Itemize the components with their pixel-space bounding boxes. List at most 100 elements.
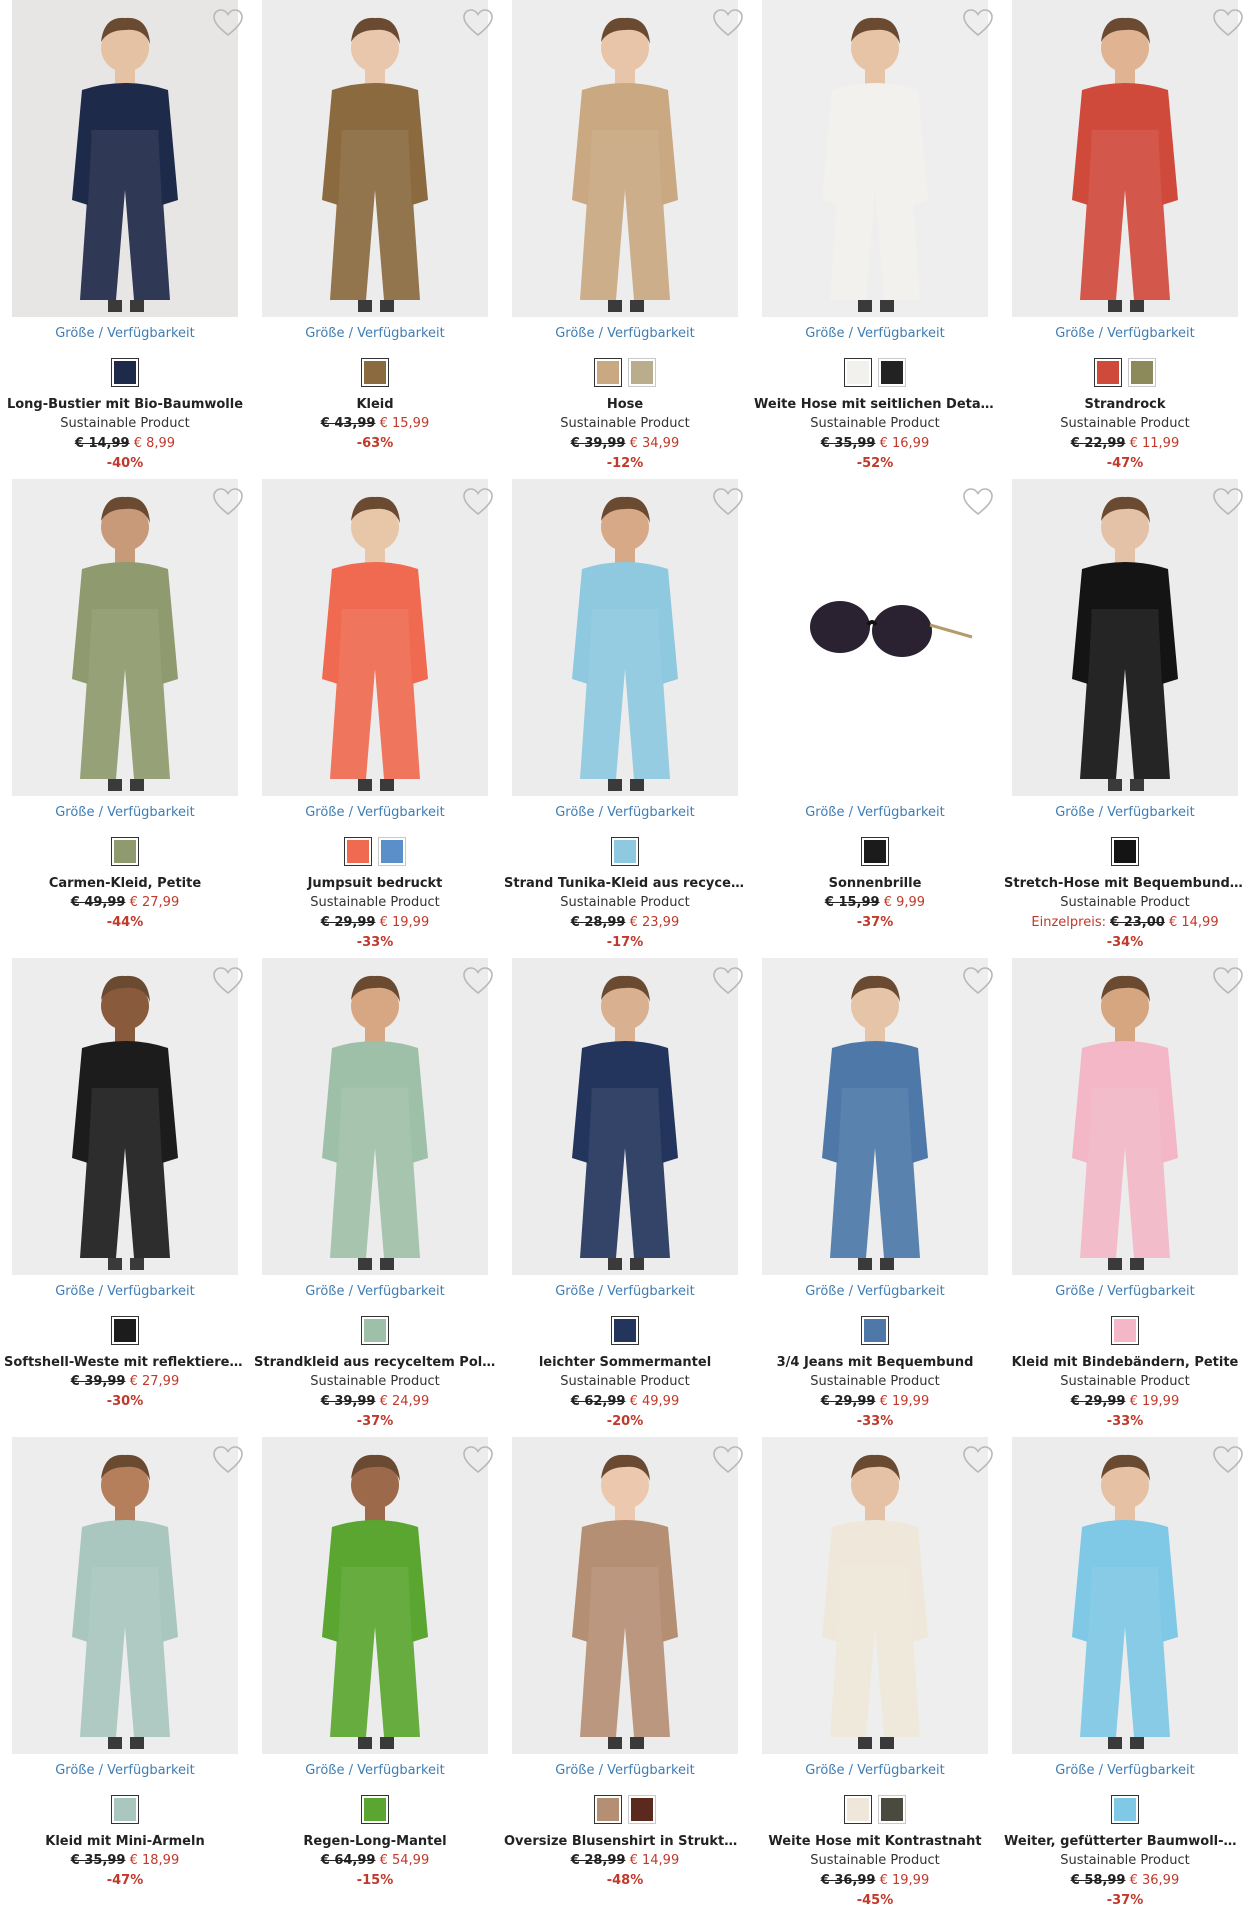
product-image[interactable] [512,958,738,1275]
size-availability-link[interactable]: Größe / Verfügbarkeit [750,326,1000,341]
size-availability-link[interactable]: Größe / Verfügbarkeit [250,805,500,820]
color-swatch[interactable] [844,358,872,387]
size-availability-link[interactable]: Größe / Verfügbarkeit [0,1284,250,1299]
product-name[interactable]: Stretch-Hose mit Bequembund, Straight [1000,876,1250,891]
product-image[interactable] [762,479,988,796]
color-swatch[interactable] [1128,358,1156,387]
color-swatch[interactable] [361,1795,389,1824]
product-name[interactable]: Regen-Long-Mantel [250,1834,500,1849]
color-swatch[interactable] [111,1795,139,1824]
product-card[interactable]: Größe / Verfügbarkeit Long-Bustier mit Bi… [0,0,250,479]
wishlist-heart-icon[interactable] [212,1445,244,1475]
product-image[interactable] [262,958,488,1275]
product-card[interactable]: Größe / Verfügbarkeit Regen-Long-Mantel € … [250,1437,500,1916]
color-swatch[interactable] [878,1795,906,1824]
color-swatch[interactable] [611,837,639,866]
product-name[interactable]: Oversize Blusenshirt in Strukturware [500,1834,750,1849]
color-swatch[interactable] [594,1795,622,1824]
product-name[interactable]: Strand Tunika-Kleid aus recyceltem Polye… [500,876,750,891]
product-image[interactable] [12,479,238,796]
product-image[interactable] [262,1437,488,1754]
product-card[interactable]: Größe / Verfügbarkeit Weite Hose mit Kont… [750,1437,1000,1916]
wishlist-heart-icon[interactable] [712,487,744,517]
wishlist-heart-icon[interactable] [462,1445,494,1475]
color-swatch[interactable] [111,837,139,866]
product-name[interactable]: Weiter, gefütterter Baumwoll-Mantel [1000,1834,1250,1849]
product-card[interactable]: Größe / Verfügbarkeit Kleid mit Mini-Ärme… [0,1437,250,1916]
color-swatch[interactable] [1094,358,1122,387]
wishlist-heart-icon[interactable] [712,1445,744,1475]
product-image[interactable] [1012,958,1238,1275]
product-name[interactable]: Kleid mit Bindebändern, Petite [1000,1355,1250,1370]
color-swatch[interactable] [611,1316,639,1345]
color-swatch[interactable] [378,837,406,866]
color-swatch[interactable] [1111,837,1139,866]
product-image[interactable] [12,1437,238,1754]
size-availability-link[interactable]: Größe / Verfügbarkeit [250,1284,500,1299]
product-card[interactable]: Größe / Verfügbarkeit Strandrock Sustainab… [1000,0,1250,479]
size-availability-link[interactable]: Größe / Verfügbarkeit [1000,1284,1250,1299]
product-card[interactable]: Größe / Verfügbarkeit Hose Sustainable Pro… [500,0,750,479]
product-name[interactable]: Weite Hose mit seitlichen Details [750,397,1000,412]
product-name[interactable]: Long-Bustier mit Bio-Baumwolle [0,397,250,412]
product-name[interactable]: Strandrock [1000,397,1250,412]
product-image[interactable] [1012,1437,1238,1754]
color-swatch[interactable] [361,1316,389,1345]
size-availability-link[interactable]: Größe / Verfügbarkeit [500,326,750,341]
color-swatch[interactable] [361,358,389,387]
wishlist-heart-icon[interactable] [712,8,744,38]
product-card[interactable]: Größe / Verfügbarkeit Strandkleid aus rec… [250,958,500,1437]
size-availability-link[interactable]: Größe / Verfügbarkeit [0,326,250,341]
size-availability-link[interactable]: Größe / Verfügbarkeit [0,1763,250,1778]
size-availability-link[interactable]: Größe / Verfügbarkeit [750,1763,1000,1778]
size-availability-link[interactable]: Größe / Verfügbarkeit [250,326,500,341]
product-image[interactable] [12,958,238,1275]
wishlist-heart-icon[interactable] [212,8,244,38]
product-image[interactable] [512,0,738,317]
color-swatch[interactable] [1111,1316,1139,1345]
size-availability-link[interactable]: Größe / Verfügbarkeit [0,805,250,820]
product-image[interactable] [512,1437,738,1754]
product-name[interactable]: Softshell-Weste mit reflektierenden Deta… [0,1355,250,1370]
wishlist-heart-icon[interactable] [1212,1445,1244,1475]
product-name[interactable]: Strandkleid aus recyceltem Polyester [250,1355,500,1370]
product-image[interactable] [12,0,238,317]
size-availability-link[interactable]: Größe / Verfügbarkeit [500,1284,750,1299]
wishlist-heart-icon[interactable] [962,8,994,38]
product-image[interactable] [762,1437,988,1754]
size-availability-link[interactable]: Größe / Verfügbarkeit [250,1763,500,1778]
color-swatch[interactable] [844,1795,872,1824]
size-availability-link[interactable]: Größe / Verfügbarkeit [750,805,1000,820]
size-availability-link[interactable]: Größe / Verfügbarkeit [1000,805,1250,820]
product-card[interactable]: Größe / Verfügbarkeit Carmen-Kleid, Petit… [0,479,250,958]
product-image[interactable] [262,0,488,317]
product-card[interactable]: Größe / Verfügbarkeit Jumpsuit bedruckt Su… [250,479,500,958]
color-swatch[interactable] [1111,1795,1139,1824]
color-swatch[interactable] [628,1795,656,1824]
product-image[interactable] [762,958,988,1275]
wishlist-heart-icon[interactable] [712,966,744,996]
product-card[interactable]: Größe / Verfügbarkeit Sonnenbrille € 15,99… [750,479,1000,958]
size-availability-link[interactable]: Größe / Verfügbarkeit [1000,326,1250,341]
product-card[interactable]: Größe / Verfügbarkeit Weite Hose mit seit… [750,0,1000,479]
product-name[interactable]: Weite Hose mit Kontrastnaht [750,1834,1000,1849]
product-card[interactable]: Größe / Verfügbarkeit Weiter, gefütterter… [1000,1437,1250,1916]
product-card[interactable]: Größe / Verfügbarkeit Oversize Blusenshir… [500,1437,750,1916]
product-card[interactable]: Größe / Verfügbarkeit leichter Sommermant… [500,958,750,1437]
wishlist-heart-icon[interactable] [212,966,244,996]
size-availability-link[interactable]: Größe / Verfügbarkeit [1000,1763,1250,1778]
color-swatch[interactable] [628,358,656,387]
color-swatch[interactable] [861,1316,889,1345]
product-name[interactable]: Kleid mit Mini-Ärmeln [0,1834,250,1849]
product-image[interactable] [512,479,738,796]
product-card[interactable]: Größe / Verfügbarkeit 3/4 Jeans mit Beque… [750,958,1000,1437]
wishlist-heart-icon[interactable] [1212,487,1244,517]
size-availability-link[interactable]: Größe / Verfügbarkeit [500,805,750,820]
color-swatch[interactable] [878,358,906,387]
color-swatch[interactable] [111,358,139,387]
product-name[interactable]: Carmen-Kleid, Petite [0,876,250,891]
product-image[interactable] [1012,0,1238,317]
product-name[interactable]: 3/4 Jeans mit Bequembund [750,1355,1000,1370]
color-swatch[interactable] [111,1316,139,1345]
product-name[interactable]: Jumpsuit bedruckt [250,876,500,891]
